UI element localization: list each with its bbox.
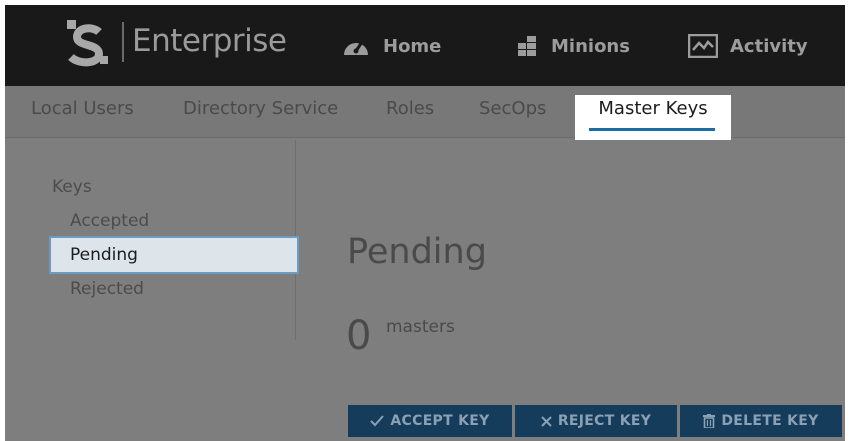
nav-home[interactable]: Home (341, 31, 441, 61)
tab-master-keys-label: Master Keys (598, 98, 708, 119)
checkmark-icon (370, 415, 385, 427)
master-count: 0 (346, 313, 372, 359)
settings-tab-bar: Local Users Directory Service Roles SecO… (5, 86, 845, 140)
tab-master-keys[interactable]: Master Keys (575, 95, 731, 140)
nav-minions-label: Minions (551, 35, 630, 57)
nav-activity-label: Activity (730, 35, 808, 57)
app-window: Enterprise Home Minions Activity Local U… (5, 5, 845, 441)
nav-minions[interactable]: Minions (517, 31, 630, 61)
tab-directory-service[interactable]: Directory Service (183, 98, 338, 119)
delete-key-button[interactable]: DELETE KEY (680, 405, 842, 437)
activity-icon (688, 34, 718, 58)
accept-key-label: ACCEPT KEY (390, 413, 490, 429)
reject-key-button[interactable]: REJECT KEY (515, 405, 677, 437)
nav-home-label: Home (383, 35, 442, 57)
logo-divider (122, 22, 124, 62)
reject-key-label: REJECT KEY (557, 413, 652, 429)
nav-activity[interactable]: Activity (688, 31, 808, 61)
master-count-label: masters (386, 317, 455, 337)
logo-icon[interactable] (63, 18, 109, 68)
sidebar-item-pending[interactable]: Pending (49, 236, 299, 274)
tab-local-users[interactable]: Local Users (31, 98, 134, 119)
delete-key-label: DELETE KEY (721, 413, 819, 429)
top-navigation-bar: Enterprise Home Minions Activity (5, 5, 845, 86)
accept-key-button[interactable]: ACCEPT KEY (348, 405, 512, 437)
tab-roles[interactable]: Roles (386, 98, 434, 119)
trash-icon (703, 414, 716, 428)
tab-secops[interactable]: SecOps (479, 98, 546, 119)
sidebar-heading: Keys (52, 177, 92, 197)
minions-icon (518, 36, 536, 56)
brand-name: Enterprise (132, 23, 287, 59)
sidebar-item-accepted[interactable]: Accepted (70, 211, 149, 231)
sidebar-item-rejected[interactable]: Rejected (70, 279, 144, 299)
close-icon (541, 415, 552, 427)
speedometer-icon (344, 40, 368, 55)
page-title: Pending (347, 232, 487, 272)
active-tab-indicator (589, 128, 715, 131)
sidebar-item-pending-label: Pending (70, 245, 138, 265)
